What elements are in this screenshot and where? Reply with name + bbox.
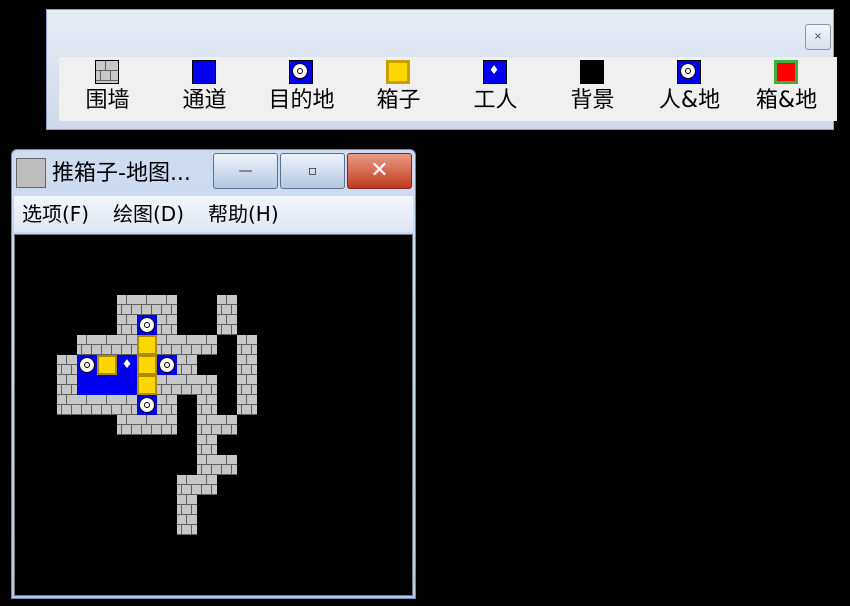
menu-help[interactable]: 帮助(H) — [208, 200, 279, 228]
wall-tile[interactable] — [237, 355, 257, 375]
tool-label: 人&地 — [658, 88, 721, 113]
wall-tile[interactable] — [217, 455, 237, 475]
menu-draw[interactable]: 绘图(D) — [113, 200, 184, 228]
floor-icon — [192, 60, 216, 84]
wall-tile[interactable] — [117, 335, 137, 355]
wall-tile[interactable] — [157, 295, 177, 315]
wall-tile[interactable] — [177, 335, 197, 355]
wall-tile[interactable] — [137, 295, 157, 315]
wall-tile[interactable] — [237, 375, 257, 395]
app-icon — [16, 158, 46, 188]
wall-tile[interactable] — [217, 315, 237, 335]
wall-tile[interactable] — [77, 335, 97, 355]
background-icon — [580, 60, 604, 84]
wall-tile[interactable] — [197, 435, 217, 455]
wall-tile[interactable] — [137, 415, 157, 435]
wall-tile[interactable] — [97, 395, 117, 415]
wall-tile[interactable] — [197, 375, 217, 395]
worker-on-goal-icon — [677, 60, 701, 84]
worker-tile[interactable] — [117, 355, 137, 375]
wall-tile[interactable] — [117, 415, 137, 435]
wall-icon — [95, 60, 119, 84]
worker-icon — [483, 60, 507, 84]
tool-worker[interactable]: 工人 — [447, 57, 544, 121]
wall-tile[interactable] — [177, 355, 197, 375]
wall-tile[interactable] — [197, 395, 217, 415]
tool-list: 围墙 通道 目的地 箱子 工人 背景 人&地 箱&地 — [59, 57, 837, 121]
tool-label: 箱&地 — [755, 88, 818, 113]
wall-tile[interactable] — [177, 515, 197, 535]
goal-tile[interactable] — [137, 395, 157, 415]
box-icon — [386, 60, 410, 84]
wall-tile[interactable] — [237, 335, 257, 355]
goal-tile[interactable] — [157, 355, 177, 375]
goal-tile[interactable] — [137, 315, 157, 335]
tool-label: 箱子 — [376, 88, 421, 113]
window-title: 推箱子-地图... — [52, 161, 191, 186]
wall-tile[interactable] — [157, 335, 177, 355]
wall-tile[interactable] — [117, 295, 137, 315]
wall-tile[interactable] — [77, 395, 97, 415]
goal-tile[interactable] — [77, 355, 97, 375]
floor-tile[interactable] — [117, 375, 137, 395]
tool-label: 目的地 — [268, 88, 335, 113]
wall-tile[interactable] — [157, 415, 177, 435]
wall-tile[interactable] — [57, 395, 77, 415]
wall-tile[interactable] — [97, 335, 117, 355]
tool-box[interactable]: 箱子 — [350, 57, 447, 121]
tool-label: 围墙 — [85, 88, 130, 113]
wall-tile[interactable] — [177, 495, 197, 515]
box-on-goal-icon — [774, 60, 798, 84]
wall-tile[interactable] — [177, 375, 197, 395]
wall-tile[interactable] — [57, 375, 77, 395]
menu-options[interactable]: 选项(F) — [22, 200, 89, 228]
palette-close-button[interactable]: × — [805, 24, 831, 50]
tool-label: 工人 — [473, 88, 518, 113]
wall-tile[interactable] — [197, 415, 217, 435]
wall-tile[interactable] — [117, 395, 137, 415]
box-tile[interactable] — [137, 375, 157, 395]
wall-tile[interactable] — [177, 475, 197, 495]
wall-tile[interactable] — [237, 395, 257, 415]
wall-tile[interactable] — [217, 295, 237, 315]
close-button[interactable]: ✕ — [347, 153, 412, 189]
wall-tile[interactable] — [197, 455, 217, 475]
wall-tile[interactable] — [197, 335, 217, 355]
wall-tile[interactable] — [157, 375, 177, 395]
tool-box-on-goal[interactable]: 箱&地 — [738, 57, 835, 121]
wall-tile[interactable] — [117, 315, 137, 335]
tool-floor[interactable]: 通道 — [156, 57, 253, 121]
tool-background[interactable]: 背景 — [544, 57, 641, 121]
box-tile[interactable] — [137, 335, 157, 355]
wall-tile[interactable] — [217, 415, 237, 435]
main-window: 推箱子-地图... — ▫ ✕ 选项(F) 绘图(D) 帮助(H) — [11, 149, 416, 599]
wall-tile[interactable] — [157, 395, 177, 415]
tool-worker-on-goal[interactable]: 人&地 — [641, 57, 738, 121]
maximize-button[interactable]: ▫ — [280, 153, 345, 189]
goal-icon — [289, 60, 313, 84]
tool-wall[interactable]: 围墙 — [59, 57, 156, 121]
menu-bar: 选项(F) 绘图(D) 帮助(H) — [14, 196, 413, 232]
wall-tile[interactable] — [157, 315, 177, 335]
tool-goal[interactable]: 目的地 — [253, 57, 350, 121]
wall-tile[interactable] — [197, 475, 217, 495]
tool-label: 背景 — [570, 88, 615, 113]
minimize-button[interactable]: — — [213, 153, 278, 189]
map-canvas[interactable] — [14, 234, 413, 596]
floor-tile[interactable] — [77, 375, 97, 395]
wall-tile[interactable] — [57, 355, 77, 375]
tool-palette-window: × 围墙 通道 目的地 箱子 工人 背景 人&地 — [46, 9, 837, 130]
box-tile[interactable] — [97, 355, 117, 375]
box-tile[interactable] — [137, 355, 157, 375]
floor-tile[interactable] — [97, 375, 117, 395]
tool-label: 通道 — [182, 88, 227, 113]
